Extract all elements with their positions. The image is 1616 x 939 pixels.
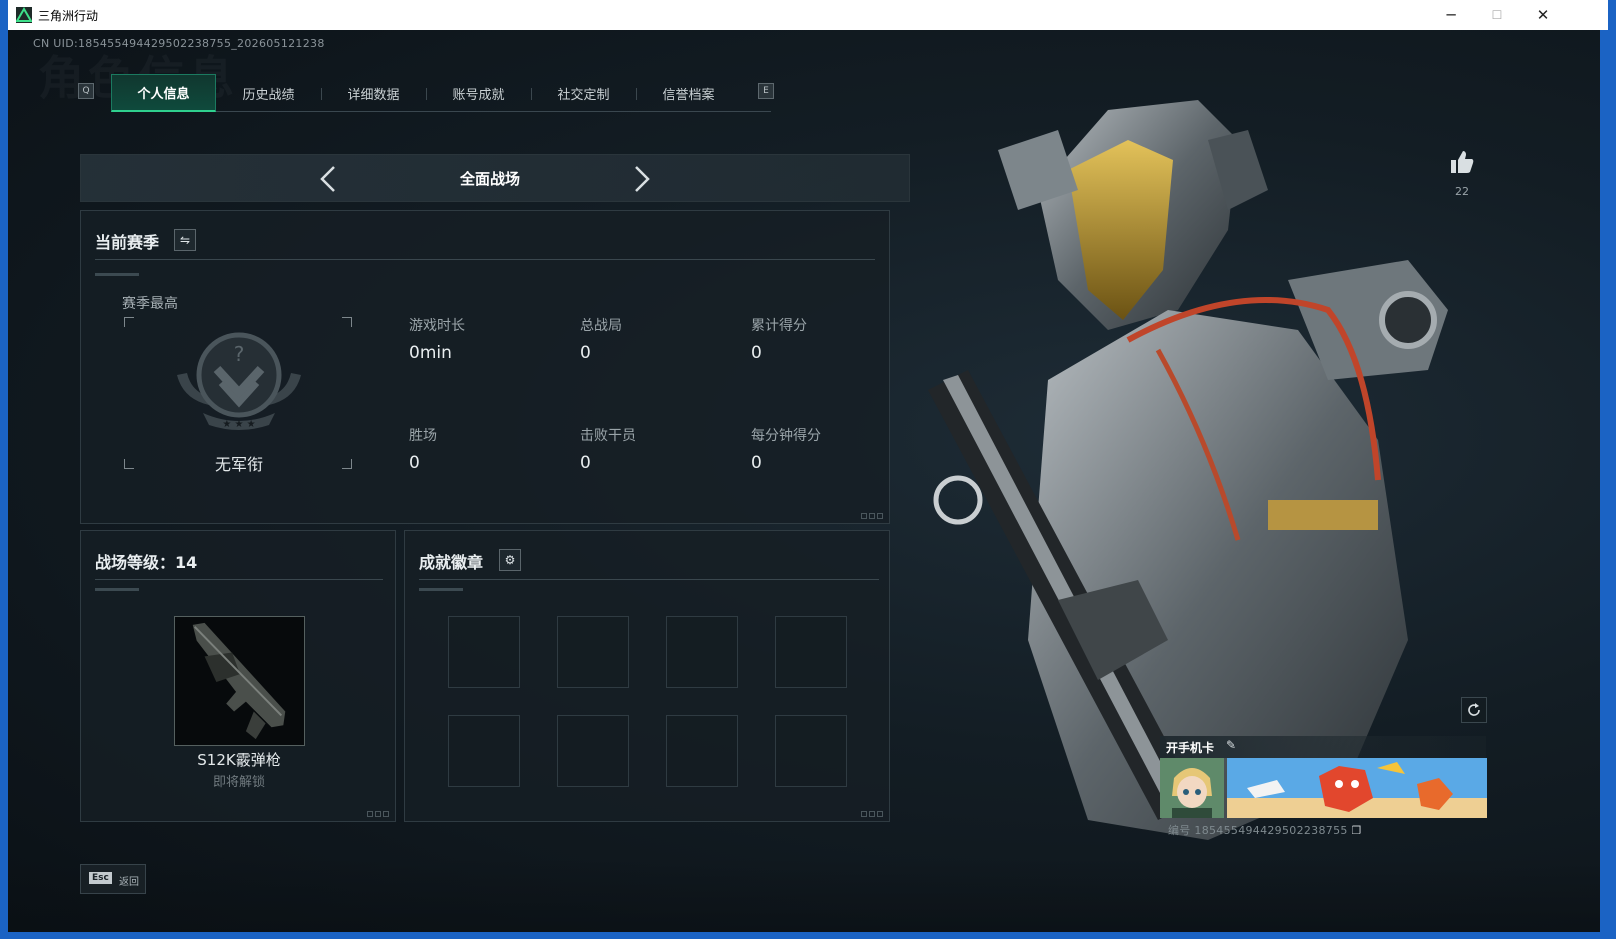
avatar[interactable] (1160, 758, 1224, 818)
decor-tick (419, 588, 463, 591)
badge-slot[interactable] (666, 616, 738, 688)
stat-value-kills: 0 (580, 453, 591, 473)
frame-corner (124, 317, 134, 327)
frame-corner (342, 317, 352, 327)
stat-value-wins: 0 (409, 453, 420, 473)
divider (95, 579, 383, 580)
rank-name: 无军衔 (214, 455, 263, 474)
badge-slot[interactable] (775, 616, 847, 688)
tab-next-key[interactable]: E (758, 83, 774, 99)
stat-label-wins: 胜场 (409, 428, 437, 444)
divider (95, 259, 875, 260)
refresh-icon (1468, 703, 1480, 716)
card-id-text: 编号 18545549442950223875​5 ❐ (1168, 822, 1362, 838)
card-id-value: 编号 18545549442950223875​5 (1168, 824, 1348, 837)
divider (419, 579, 879, 580)
badge-slot[interactable] (557, 715, 629, 787)
badges-panel: 成就徽章 ⚙ (404, 530, 890, 822)
card-banner-image[interactable] (1227, 758, 1487, 818)
frame-corner (124, 459, 134, 469)
maximize-button[interactable]: ☐ (1474, 0, 1520, 30)
tab-prev-key[interactable]: Q (78, 83, 94, 99)
app-logo-icon (16, 7, 32, 23)
svg-text:?: ? (234, 342, 245, 366)
banner-art (1227, 758, 1487, 818)
desktop-edge (1600, 30, 1608, 932)
rank-emblem-icon: ? ★ ★ ★ (177, 332, 301, 430)
like-count: 22 (1455, 185, 1469, 198)
weapon-status: 即将解锁 (212, 775, 265, 790)
mode-label: 全面战场 (459, 170, 520, 188)
badge-slot[interactable] (448, 616, 520, 688)
card-title: 开手机卡 (1166, 741, 1215, 755)
stat-value-total-score: 0 (751, 343, 762, 363)
season-highest-label: 赛季最高 (122, 296, 178, 312)
panel-decor (861, 811, 883, 817)
game-window: 三角洲行动 ─ ☐ ✕ 角色信息 CN UID:1854554944295022… (8, 0, 1608, 932)
svg-text:★ ★ ★: ★ ★ ★ (222, 419, 255, 430)
stat-value-total-matches: 0 (580, 343, 591, 363)
game-viewport: 角色信息 CN UID:18545549442950223875​5_20260… (8, 30, 1608, 932)
gear-icon[interactable]: ⚙ (499, 549, 521, 571)
title-bar: 三角洲行动 ─ ☐ ✕ (8, 0, 1608, 30)
swap-season-icon[interactable]: ⇋ (174, 229, 196, 251)
tab-detailed-data[interactable]: 详细数据 (321, 74, 426, 112)
stat-label-total-score: 累计得分 (751, 318, 807, 334)
weapon-name: S12K霰弹枪 (197, 751, 281, 769)
mode-selector: 全面战场 (80, 154, 910, 202)
badge-slot[interactable] (448, 715, 520, 787)
stat-label-score-per-min: 每分钟得分 (751, 428, 821, 444)
panel-decor (861, 513, 883, 519)
back-button[interactable]: Esc 返回 (80, 864, 146, 894)
stat-value-score-per-min: 0 (751, 453, 762, 473)
badge-slot[interactable] (666, 715, 738, 787)
stat-label-playtime: 游戏时长 (409, 318, 465, 334)
stat-label-kills: 击败干员 (580, 428, 636, 444)
tab-achievements[interactable]: 账号成就 (426, 74, 531, 112)
tab-social-custom[interactable]: 社交定制 (531, 74, 636, 112)
season-title: 当前赛季 (95, 233, 160, 252)
decor-tick (95, 273, 139, 276)
uid-text: CN UID:18545549442950223875​5_2026051212… (33, 37, 325, 50)
decor-tick (95, 588, 139, 591)
weapon-image[interactable] (174, 616, 305, 746)
level-title: 战场等级：14 (95, 553, 198, 572)
thumbs-up-icon[interactable] (1448, 148, 1476, 176)
panel-decor (367, 811, 389, 817)
bottom-bar (8, 858, 1608, 932)
season-panel: 当前赛季 ⇋ 赛季最高 ? ★ ★ ★ 无军衔 游戏时长 0min 总战局 0 … (80, 210, 890, 524)
close-button[interactable]: ✕ (1520, 0, 1566, 30)
window-title: 三角洲行动 (38, 9, 99, 23)
minimize-button[interactable]: ─ (1428, 0, 1474, 30)
chevron-right-icon[interactable] (626, 164, 656, 194)
tab-reputation[interactable]: 信誉档案 (636, 74, 741, 112)
level-panel: 战场等级：14 S12K霰弹枪 即将解锁 (80, 530, 396, 822)
stat-label-total-matches: 总战局 (580, 318, 622, 334)
stat-value-playtime: 0min (409, 343, 452, 363)
shotgun-icon (192, 622, 286, 740)
badges-title: 成就徽章 (419, 553, 484, 572)
refresh-button[interactable] (1461, 697, 1487, 723)
tab-bar: 个人信息 历史战绩 详细数据 账号成就 社交定制 信誉档案 (111, 74, 771, 112)
avatar-image (1160, 758, 1224, 818)
badge-slot[interactable] (557, 616, 629, 688)
copy-icon[interactable]: ❐ (1351, 824, 1361, 837)
esc-key-badge: Esc (89, 872, 112, 884)
badge-slot[interactable] (775, 715, 847, 787)
frame-corner (342, 459, 352, 469)
back-label: 返回 (119, 877, 139, 888)
edit-icon[interactable]: ✎ (1226, 738, 1236, 752)
tab-personal-info[interactable]: 个人信息 (111, 74, 216, 112)
tab-match-history[interactable]: 历史战绩 (216, 74, 321, 112)
card-header: 开手机卡 ✎ (1160, 736, 1486, 758)
